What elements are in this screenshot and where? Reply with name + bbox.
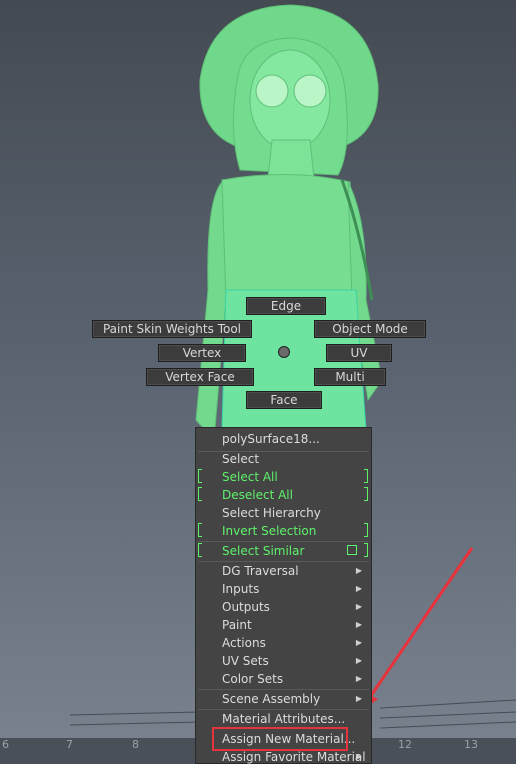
menu-item-select[interactable]: Select bbox=[196, 450, 371, 468]
submenu-arrow-icon: ▶ bbox=[355, 674, 362, 683]
submenu-arrow-icon: ▶ bbox=[355, 638, 362, 647]
grid-tick: 6 bbox=[2, 738, 9, 751]
bracket-right bbox=[364, 523, 368, 537]
annotation-highlight-box bbox=[212, 727, 348, 751]
annotation-arrow-line bbox=[366, 547, 474, 701]
submenu-arrow-icon: ▶ bbox=[355, 694, 362, 703]
menu-item-outputs[interactable]: Outputs ▶ bbox=[196, 598, 371, 616]
option-box-icon[interactable] bbox=[347, 545, 357, 555]
viewport[interactable]: 6 7 8 12 13 Edge Paint Skin Weights Tool… bbox=[0, 0, 516, 764]
menu-item-select-all[interactable]: Select All bbox=[196, 468, 371, 486]
right-glasses-lens bbox=[293, 74, 327, 108]
left-glasses-lens bbox=[255, 74, 289, 108]
submenu-arrow-icon: ▶ bbox=[355, 602, 362, 611]
menu-item-uv-sets[interactable]: UV Sets ▶ bbox=[196, 652, 371, 670]
bracket-left bbox=[198, 543, 202, 557]
menu-item-color-sets[interactable]: Color Sets ▶ bbox=[196, 670, 371, 688]
marking-menu-center bbox=[278, 346, 290, 358]
submenu-arrow-icon: ▶ bbox=[355, 584, 362, 593]
grid-tick: 8 bbox=[132, 738, 139, 751]
submenu-arrow-icon: ▶ bbox=[355, 620, 362, 629]
grid-tick: 12 bbox=[398, 738, 412, 751]
context-menu: polySurface18... Select Select All Desel… bbox=[195, 427, 372, 764]
torso bbox=[221, 174, 359, 293]
grid-tick: 13 bbox=[464, 738, 478, 751]
menu-item-paint[interactable]: Paint ▶ bbox=[196, 616, 371, 634]
bracket-left bbox=[198, 487, 202, 501]
bracket-left bbox=[198, 469, 202, 483]
menu-item-dg-traversal[interactable]: DG Traversal ▶ bbox=[196, 562, 371, 580]
neck bbox=[267, 139, 315, 179]
grid-tick: 7 bbox=[66, 738, 73, 751]
menu-item-invert-selection[interactable]: Invert Selection bbox=[196, 522, 371, 540]
menu-item-select-hierarchy[interactable]: Select Hierarchy bbox=[196, 504, 371, 522]
bracket-right bbox=[364, 469, 368, 483]
bracket-right bbox=[364, 487, 368, 501]
marking-object-mode[interactable]: Object Mode bbox=[314, 320, 426, 338]
menu-item-material-attributes[interactable]: Material Attributes... bbox=[196, 710, 371, 728]
submenu-arrow-icon: ▶ bbox=[355, 656, 362, 665]
bracket-right bbox=[364, 543, 368, 557]
marking-edge[interactable]: Edge bbox=[246, 297, 326, 315]
menu-item-scene-assembly[interactable]: Scene Assembly ▶ bbox=[196, 690, 371, 708]
marking-multi[interactable]: Multi bbox=[314, 368, 386, 386]
marking-face[interactable]: Face bbox=[246, 391, 322, 409]
menu-title[interactable]: polySurface18... bbox=[196, 430, 371, 448]
submenu-arrow-icon: ▶ bbox=[355, 752, 362, 761]
submenu-arrow-icon: ▶ bbox=[355, 566, 362, 575]
menu-item-actions[interactable]: Actions ▶ bbox=[196, 634, 371, 652]
marking-vertex-face[interactable]: Vertex Face bbox=[146, 368, 254, 386]
left-arm bbox=[195, 180, 227, 442]
menu-item-select-similar[interactable]: Select Similar bbox=[196, 542, 371, 560]
menu-item-inputs[interactable]: Inputs ▶ bbox=[196, 580, 371, 598]
marking-paint-skin-weights[interactable]: Paint Skin Weights Tool bbox=[92, 320, 252, 338]
bracket-left bbox=[198, 523, 202, 537]
menu-item-deselect-all[interactable]: Deselect All bbox=[196, 486, 371, 504]
marking-uv[interactable]: UV bbox=[326, 344, 392, 362]
marking-vertex[interactable]: Vertex bbox=[158, 344, 246, 362]
